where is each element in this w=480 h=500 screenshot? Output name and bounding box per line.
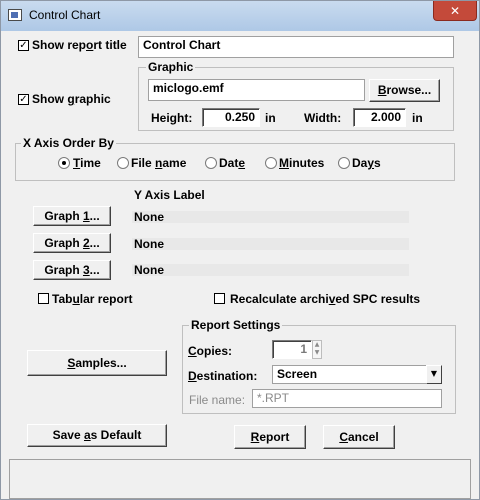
status-area [9, 459, 471, 499]
spin-down-icon[interactable]: ▼ [315, 349, 320, 356]
radio-time-label: Time [73, 156, 101, 170]
x-axis-group-title: X Axis Order By [21, 136, 116, 150]
copies-label: Copies: [188, 344, 233, 358]
window-title: Control Chart [29, 8, 101, 22]
dialog-window: Control Chart ✕ ✓ Show report title Cont… [0, 0, 480, 500]
graph-2-label: None [132, 238, 409, 250]
radio-file-name-label: File name [131, 156, 187, 170]
app-window-icon [8, 9, 22, 21]
height-unit: in [265, 111, 276, 125]
filename-input[interactable]: *.RPT [252, 389, 442, 408]
report-title-input[interactable]: Control Chart [138, 36, 454, 58]
radio-days-icon[interactable] [338, 157, 350, 169]
copies-spinner[interactable]: ▲ ▼ [312, 340, 322, 359]
report-button[interactable]: Report [234, 425, 306, 449]
show-graphic-check-icon[interactable]: ✓ [18, 94, 29, 105]
width-label: Width: [304, 111, 342, 125]
height-label: Height: [151, 111, 193, 125]
graph-2-button[interactable]: Graph 2... [33, 233, 111, 253]
browse-button[interactable]: Browse... [369, 79, 440, 102]
radio-file-name-icon[interactable] [117, 157, 129, 169]
destination-select[interactable]: Screen [272, 365, 442, 384]
graph-1-button[interactable]: Graph 1... [33, 206, 111, 226]
radio-days-label: Days [352, 156, 381, 170]
close-button[interactable]: ✕ [433, 1, 477, 21]
show-report-title-check-icon[interactable]: ✓ [18, 40, 29, 51]
chevron-down-icon[interactable]: ▼ [426, 365, 442, 384]
copies-input[interactable]: 1 [272, 340, 312, 359]
recalculate-spc-check-icon[interactable] [214, 293, 225, 304]
filename-label: File name: [189, 393, 246, 407]
graphic-file-input[interactable]: miclogo.emf [148, 79, 365, 101]
radio-minutes-label: Minutes [279, 156, 325, 170]
report-settings-group-title: Report Settings [189, 318, 283, 332]
y-axis-label-header: Y Axis Label [134, 188, 205, 202]
width-input[interactable]: 2.000 [353, 108, 406, 127]
show-graphic-label: Show graphic [32, 92, 111, 106]
tabular-report-label: Tabular report [52, 292, 133, 306]
spin-up-icon[interactable]: ▲ [315, 341, 320, 348]
radio-date-icon[interactable] [205, 157, 217, 169]
radio-time-icon[interactable] [58, 157, 70, 169]
recalculate-spc-label: Recalculate archived SPC results [230, 292, 421, 306]
graph-1-label: None [132, 211, 409, 223]
cancel-button[interactable]: Cancel [323, 425, 395, 449]
graphic-group-title: Graphic [146, 60, 196, 74]
destination-label: Destination: [188, 369, 258, 383]
radio-date-label: Date [219, 156, 246, 170]
graph-3-label: None [132, 264, 409, 276]
close-icon: ✕ [449, 4, 461, 18]
show-report-title-label: Show report title [32, 38, 127, 52]
samples-button[interactable]: Samples... [27, 350, 167, 376]
title-bar[interactable]: Control Chart ✕ [1, 1, 479, 31]
save-as-default-button[interactable]: Save as Default [27, 424, 167, 447]
tabular-report-check-icon[interactable] [38, 293, 49, 304]
width-unit: in [412, 111, 423, 125]
graph-3-button[interactable]: Graph 3... [33, 260, 111, 280]
height-input[interactable]: 0.250 [202, 108, 260, 127]
radio-minutes-icon[interactable] [265, 157, 277, 169]
